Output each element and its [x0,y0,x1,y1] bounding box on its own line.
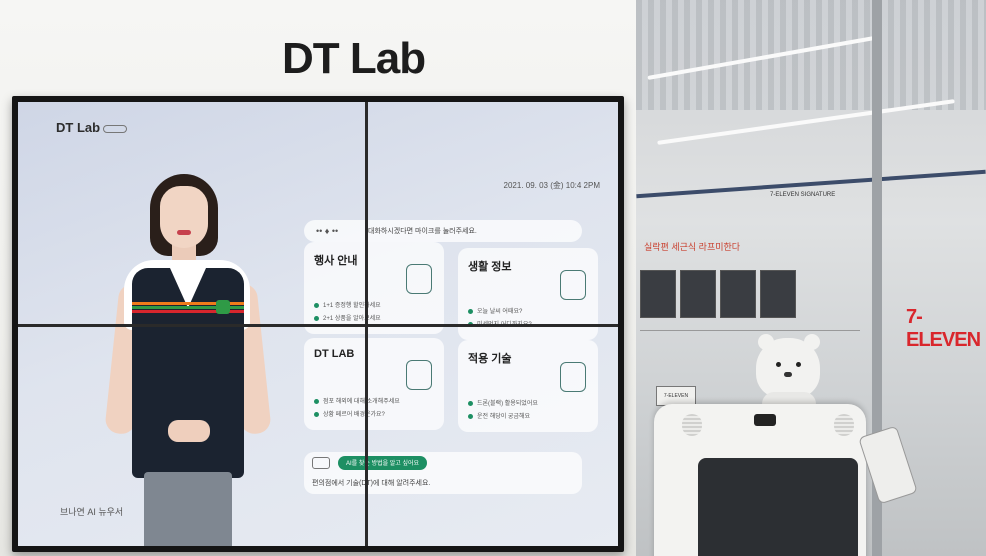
ai-announcer-figure [104,172,274,546]
speaker-icon [834,414,854,436]
pants [144,472,232,546]
store-icon [406,360,432,390]
card-option[interactable]: 운전 해당이 궁금해요 [468,411,538,420]
hands [168,420,210,442]
card-option[interactable]: 2+1 상품을 알아보세요 [314,313,381,322]
bear-eye [796,362,801,367]
bear-nose [784,372,792,377]
badge-icon [216,300,230,314]
gift-icon [406,264,432,294]
chat-icon [312,457,330,469]
card-option[interactable]: 점포 해외에 대해 소개해주세요 [314,396,400,405]
speaker-icon [682,414,702,436]
chat-text: 편의점에서 기술(DT)에 대해 알려주세요. [312,480,431,487]
lips [177,230,191,235]
voice-prompt-bar[interactable]: •• ♦ •• 대화하시겠다면 마이크를 눌러주세요. [304,220,582,242]
card-applied-tech[interactable]: 적용 기술 드론(블랙) 활용되었어요 운전 해당이 궁금해요 [458,340,598,432]
red-window-text: 실락편 세근식 라프미한다 [644,242,741,252]
bear-head [756,338,820,398]
ceiling [636,0,986,110]
bezel-horizontal [18,324,618,327]
card-title: DT LAB [314,348,355,360]
card-option[interactable]: 오늘 날씨 어때요? [468,306,532,315]
poster [680,270,716,318]
screen-logo-text: DT Lab [56,120,101,135]
display-screen: DT Lab 2021. 09. 03 (金) 10:4 2PM 브나연 AI … [18,102,618,546]
robot-arm-icon [560,362,586,392]
weather-icon [560,270,586,300]
face [160,186,208,248]
poster [640,270,676,318]
suggestion-chip[interactable]: AI를 찾는 방법을 알고 싶어요 [338,456,428,470]
kiosk [654,404,866,556]
chat-bar[interactable]: AI를 찾는 방법을 알고 싶어요 편의점에서 기술(DT)에 대해 알려주세요… [304,452,582,494]
card-event-info[interactable]: 행사 안내 1+1 증정행 할인하세요 2+1 상품을 알아보세요 [304,242,444,334]
camera-icon [754,414,776,426]
voice-prompt-text: 대화하시겠다면 마이크를 눌러주세요. [368,228,477,235]
poster [760,270,796,318]
bear-robot [748,334,828,432]
card-reader [858,425,918,505]
poster [720,270,756,318]
card-option[interactable]: 상황 페르어 배경운가요? [314,409,400,418]
announcer-caption: 브나연 AI 뉴우서 [60,507,124,517]
card-option[interactable]: 1+1 증정행 할인하세요 [314,300,381,309]
dt-lab-wall-logo: DT Lab [282,34,426,83]
video-wall-display: DT Lab 2021. 09. 03 (金) 10:4 2PM 브나연 AI … [12,96,624,552]
kiosk-label: 7-ELEVEN [656,386,696,406]
screen-logo: DT Lab [56,120,128,135]
mic-icon: •• ♦ •• [316,226,339,236]
logo-pill-icon [103,124,128,133]
window-sign: 7-ELEVEN SIGNATURE [770,192,836,198]
card-option[interactable]: 드론(블랙) 활용되었어요 [468,398,538,407]
screen-date: 2021. 09. 03 (金) 10:4 2PM [503,181,601,190]
seven-eleven-sign: 7-ELEVEN [906,306,981,351]
bear-eye [776,362,781,367]
storefront: 7-ELEVEN SIGNATURE 실락편 세근식 라프미한다 7-ELEVE… [636,0,986,556]
card-dt-lab[interactable]: DT LAB 점포 해외에 대해 소개해주세요 상황 페르어 배경운가요? [304,338,444,430]
kiosk-screen[interactable] [698,458,858,556]
